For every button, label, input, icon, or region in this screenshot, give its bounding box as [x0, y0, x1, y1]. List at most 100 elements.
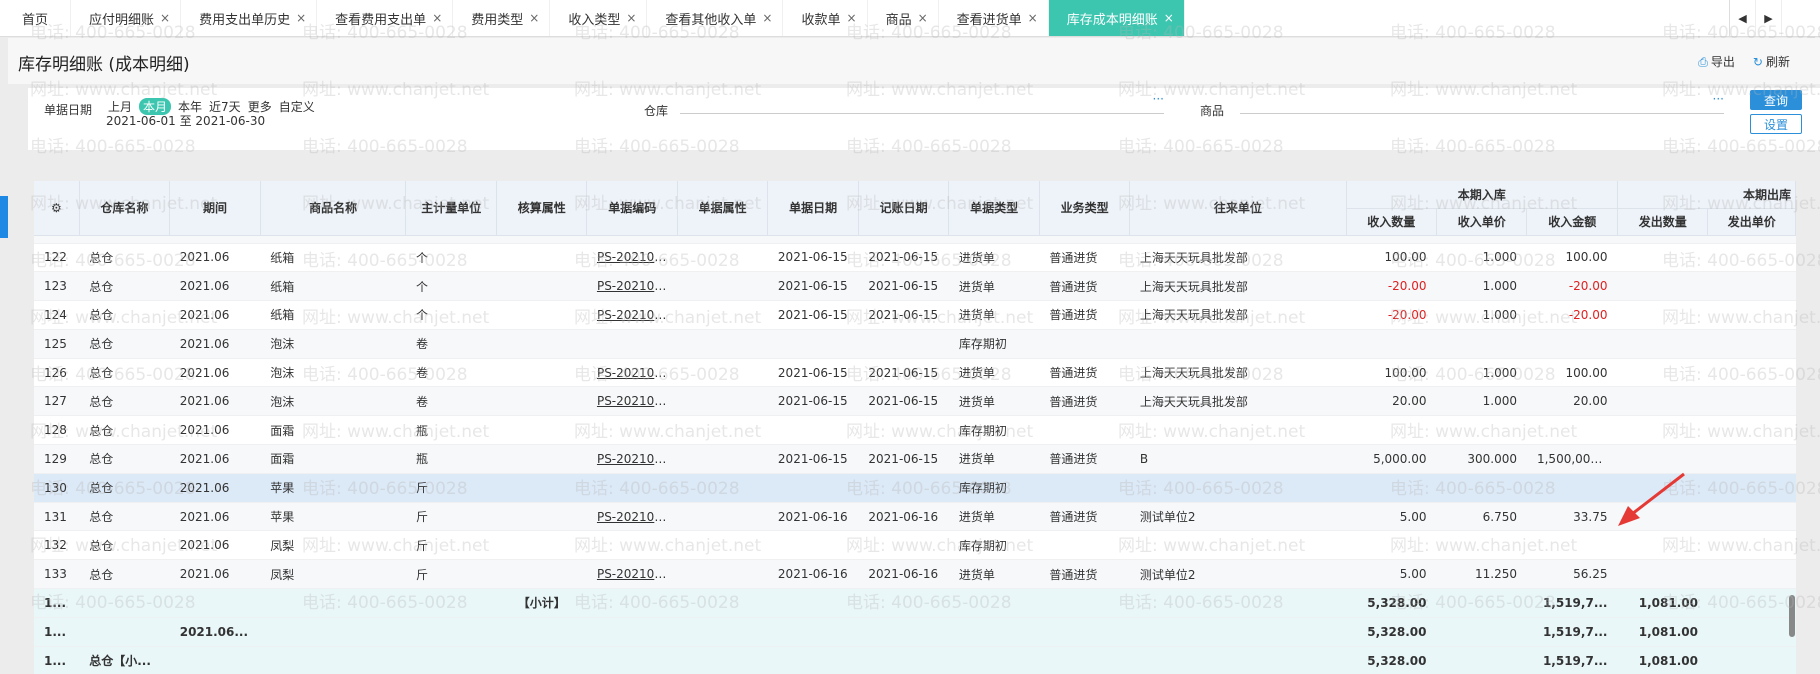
col-header[interactable]: 记账日期 — [858, 181, 950, 236]
tab-prev-button[interactable]: ◀ — [1730, 0, 1756, 36]
cell-code[interactable]: PS-20210616 — [586, 502, 678, 532]
quick-date-option[interactable]: 自定义 — [279, 98, 315, 115]
col-header[interactable]: 发出数量 — [1617, 208, 1709, 236]
table-row[interactable]: 133 总仓 2021.06 凤梨斤 PS-20210616 2021-06-16 2021… — [34, 559, 1796, 590]
col-header[interactable]: 核算属性 — [496, 181, 588, 236]
cell-code[interactable]: PS-20210615 — [586, 444, 678, 474]
query-button[interactable]: 查询 — [1750, 90, 1802, 110]
tab-1[interactable]: 应付明细账 × — [71, 0, 182, 36]
settings-button[interactable]: 设置 — [1750, 114, 1802, 134]
cell-code[interactable]: PS-20210615 — [586, 243, 678, 273]
col-header[interactable]: 收入金额 — [1526, 208, 1618, 236]
tab-10[interactable]: 库存成本明细账 × — [1048, 0, 1185, 36]
table-row[interactable]: 131 总仓 2021.06 苹果斤 PS-20210616 2021-06-16 2021… — [34, 502, 1796, 532]
warehouse-picker-icon[interactable]: ··· — [1153, 92, 1164, 106]
close-icon[interactable]: × — [626, 11, 636, 25]
cell-no: 129 — [34, 444, 80, 474]
cell-in-qty: 5.00 — [1346, 559, 1437, 590]
subtotal-row[interactable]: 1... 【小计】 5,328.00 1,519,7... 1,081.00 — [34, 588, 1796, 618]
col-header[interactable]: 单据属性 — [677, 181, 769, 236]
close-icon[interactable]: × — [529, 11, 539, 25]
tab-3[interactable]: 查看费用支出单 × — [317, 0, 454, 36]
table-row[interactable]: 127 总仓 2021.06 泡沫卷 PS-20210615 2021-06-15 2021… — [34, 386, 1796, 417]
cell-in-amt: 1,519,7... — [1526, 646, 1618, 674]
col-header[interactable]: 单据编码 — [586, 181, 678, 236]
cell-code[interactable]: PS-20210616 — [586, 559, 678, 590]
col-header[interactable]: 单据日期 — [767, 181, 859, 236]
col-header[interactable]: 仓库名称 — [79, 181, 171, 236]
col-header[interactable]: 收入数量 — [1346, 208, 1438, 236]
table-row[interactable]: 122 总仓 2021.06 纸箱个 PS-20210615 2021-06-15 2021… — [34, 243, 1796, 273]
cell-unit: 卷 — [405, 386, 497, 417]
tab-9[interactable]: 查看进货单 × — [939, 0, 1049, 36]
vertical-scrollbar[interactable] — [1788, 520, 1796, 640]
close-icon[interactable]: × — [918, 11, 928, 25]
cell-period — [169, 646, 261, 674]
cell-in-amt: -20.00 — [1526, 300, 1618, 330]
col-header[interactable]: 主计量单位 — [405, 181, 497, 236]
tab-6[interactable]: 查看其他收入单 × — [647, 0, 784, 36]
close-icon[interactable]: × — [296, 11, 306, 25]
col-header[interactable]: 发出单价 — [1707, 208, 1796, 236]
cell-period: 2021.06 — [169, 358, 261, 388]
warehouse-input[interactable]: ··· — [680, 92, 1164, 114]
table-row[interactable]: 128 总仓 2021.06 面霜瓶 库存期初 — [34, 415, 1796, 446]
col-header[interactable]: 期间 — [169, 181, 261, 236]
table-row[interactable]: 129 总仓 2021.06 面霜瓶 PS-20210615 2021-06-15 2021… — [34, 444, 1796, 474]
subtotal-row[interactable]: 1... 2021.06... 5,328.00 1,519,7... 1,081.00 — [34, 617, 1796, 647]
table-row[interactable]: 130 总仓 2021.06 苹果斤 库存期初 — [34, 473, 1796, 503]
tab-5[interactable]: 收入类型 × — [550, 0, 648, 36]
tab-0[interactable]: 首页 — [0, 0, 72, 36]
tab-8[interactable]: 商品 × — [868, 0, 939, 36]
cell-partner — [1129, 415, 1347, 446]
col-header[interactable]: 单据类型 — [948, 181, 1040, 236]
date-range[interactable]: 2021-06-01 至 2021-06-30 — [106, 112, 265, 129]
cell-out-price — [1707, 300, 1796, 330]
subtotal-row[interactable]: 1... 总仓【小... 5,328.00 1,519,7... 1,081.00 — [34, 646, 1796, 674]
cell-wh: 总仓【小... — [79, 646, 170, 674]
cell-product: 面霜 — [260, 444, 406, 474]
scrollbar-thumb[interactable] — [1789, 595, 1795, 637]
tab-label: 费用类型 — [471, 12, 524, 28]
product-input[interactable]: ··· — [1240, 92, 1724, 114]
close-icon[interactable]: × — [160, 11, 170, 25]
cell-in-qty — [1346, 329, 1437, 359]
export-button[interactable]: ⎙ 导出 — [1698, 53, 1735, 70]
cell-out-qty: 1,081.00 — [1617, 617, 1708, 647]
cell-code[interactable]: PS-20210615 — [586, 358, 678, 388]
close-icon[interactable]: × — [1164, 11, 1174, 25]
filter-panel: 单据日期 上月 本月 本年 近7天 更多 自定义 2021-06-01 至 2021-06… — [28, 88, 1820, 150]
cell-in-qty: 20.00 — [1346, 386, 1437, 417]
cell-code[interactable]: PS-20210615 — [586, 271, 678, 302]
col-header[interactable]: 往来单位 — [1129, 181, 1347, 236]
tab-label: 收入类型 — [568, 12, 621, 28]
close-icon[interactable]: × — [432, 11, 442, 25]
tab-next-button[interactable]: ▶ — [1756, 0, 1782, 36]
table-row[interactable]: 124 总仓 2021.06 纸箱个 PS-20210615 2021-06-15 2021… — [34, 300, 1796, 330]
cell-in-price: 300.000 — [1436, 444, 1527, 474]
close-icon[interactable]: × — [1028, 11, 1038, 25]
close-icon[interactable]: × — [847, 11, 857, 25]
col-header[interactable]: 收入单价 — [1436, 208, 1528, 236]
cell-pdate: 2021-06-16 — [858, 559, 949, 590]
refresh-button[interactable]: ↻ 刷新 — [1753, 53, 1790, 70]
cell-out-price — [1707, 271, 1796, 302]
cell-code[interactable]: PS-20210615 — [586, 386, 678, 417]
partial-row-cell — [34, 235, 1796, 244]
table-row[interactable]: 126 总仓 2021.06 泡沫卷 PS-20210615 2021-06-15 2021… — [34, 358, 1796, 388]
table-row[interactable]: 125 总仓 2021.06 泡沫卷 库存期初 — [34, 329, 1796, 359]
cell-bdate — [767, 530, 859, 561]
table-row[interactable]: 123 总仓 2021.06 纸箱个 PS-20210615 2021-06-15 2021… — [34, 271, 1796, 302]
column-settings-icon[interactable]: ⚙ — [34, 181, 80, 236]
col-header[interactable]: 商品名称 — [260, 181, 407, 236]
cell-code[interactable]: PS-20210615 — [586, 300, 678, 330]
tab-4[interactable]: 费用类型 × — [453, 0, 551, 36]
tab-2[interactable]: 费用支出单历史 × — [181, 0, 318, 36]
product-picker-icon[interactable]: ··· — [1713, 92, 1724, 106]
col-header[interactable]: 业务类型 — [1039, 181, 1131, 236]
cell-in-amt: 1,519,7... — [1526, 588, 1618, 618]
cell-pdate — [858, 530, 949, 561]
close-icon[interactable]: × — [762, 11, 772, 25]
table-row[interactable]: 132 总仓 2021.06 凤梨斤 库存期初 — [34, 530, 1796, 561]
tab-7[interactable]: 收款单 × — [783, 0, 868, 36]
